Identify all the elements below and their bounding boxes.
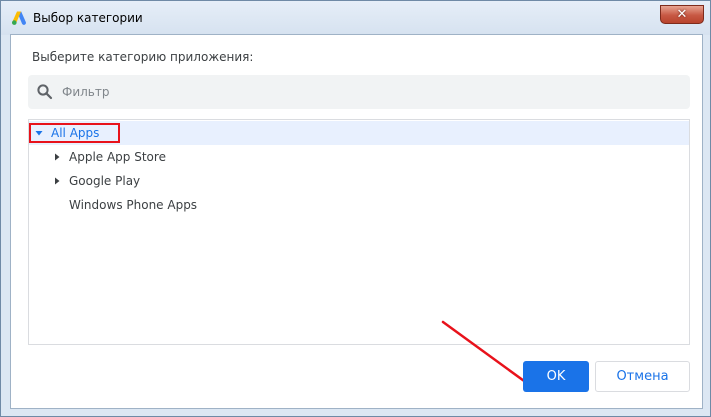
title-bar[interactable]: Выбор категории ✕: [1, 1, 710, 35]
annotation-highlight-box: [29, 123, 120, 143]
window-title: Выбор категории: [33, 11, 143, 25]
close-button[interactable]: ✕: [660, 5, 704, 24]
cancel-button[interactable]: Отмена: [595, 361, 690, 392]
tree-item-all-apps[interactable]: All Apps: [29, 121, 689, 145]
dialog-prompt: Выберите категорию приложения:: [32, 50, 254, 64]
caret-right-icon[interactable]: [53, 153, 61, 161]
tree-item-label: Google Play: [69, 174, 141, 188]
tree-item-label: Windows Phone Apps: [69, 198, 198, 212]
search-icon: [37, 84, 53, 100]
ok-button[interactable]: OK: [523, 361, 589, 392]
close-icon: ✕: [676, 7, 688, 22]
filter-search-box[interactable]: [28, 75, 690, 109]
tree-item-google-play[interactable]: Google Play: [29, 169, 689, 193]
tree-item-apple-app-store[interactable]: Apple App Store: [29, 145, 689, 169]
filter-input[interactable]: [62, 81, 662, 103]
tree-item-label: Apple App Store: [69, 150, 166, 164]
dialog-body: Выберите категорию приложения: All Apps: [10, 34, 703, 409]
caret-right-icon[interactable]: [53, 177, 61, 185]
category-dialog-window: Выбор категории ✕ Выберите категорию при…: [0, 0, 711, 417]
google-ads-logo-icon: [12, 11, 26, 25]
category-tree: All Apps Apple App Store Google Play Win…: [28, 119, 690, 345]
tree-item-windows-phone-apps[interactable]: Windows Phone Apps: [29, 193, 689, 217]
